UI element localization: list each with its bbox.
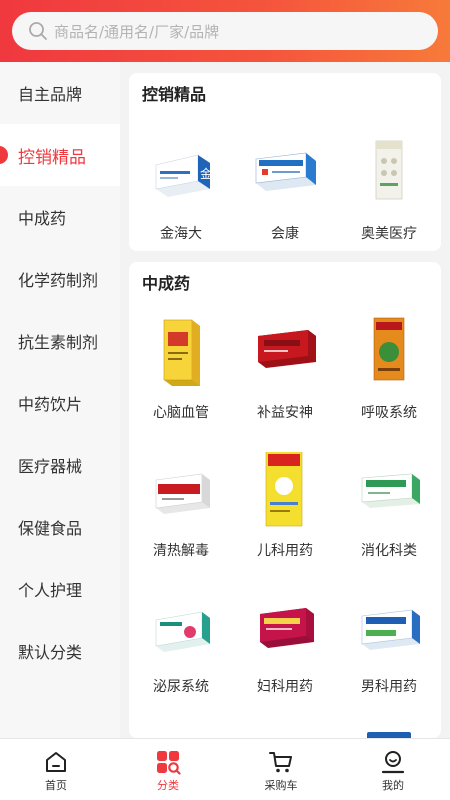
sidebar-item-chinese-patent-medicine[interactable]: 中成药 — [0, 186, 120, 248]
sidebar-item-antibiotics[interactable]: 抗生素制剂 — [0, 310, 120, 372]
sidebar-item-label: 保健食品 — [18, 519, 83, 538]
category-cell[interactable]: 金 金海大 — [129, 133, 233, 251]
tab-label: 首页 — [45, 779, 67, 792]
sidebar-item-label: 中成药 — [18, 209, 67, 228]
blue-green-medicine-box-icon — [361, 609, 420, 650]
search-placeholder: 商品名/通用名/厂家/品牌 — [54, 22, 220, 41]
tab-cart[interactable]: 采购车 — [225, 739, 337, 800]
sidebar-item-default-category[interactable]: 默认分类 — [0, 620, 120, 682]
tab-category[interactable]: 分类 — [112, 739, 224, 800]
category-label: 补益安神 — [257, 405, 313, 421]
category-content: 控销精品 金 金海大 会康 奥美医疗 中成药 心脑血管 补益安神 呼吸系统 清热… — [120, 62, 450, 738]
category-sidebar: 自主品牌 控销精品 中成药 化学药制剂 抗生素制剂 中药饮片 医疗器械 保健食品… — [0, 62, 120, 738]
green-white-medicine-box-icon — [361, 473, 420, 508]
category-cell[interactable]: 消化科类 — [337, 452, 441, 582]
active-indicator — [0, 146, 8, 164]
search-icon — [29, 22, 47, 40]
sidebar-item-personal-care[interactable]: 个人护理 — [0, 558, 120, 620]
category-cell[interactable]: 泌尿系统 — [129, 590, 233, 720]
category-icon — [157, 751, 181, 775]
category-cell[interactable]: 奥美医疗 — [337, 133, 441, 251]
category-cell[interactable]: 心脑血管 — [129, 314, 233, 444]
category-label: 妇科用药 — [257, 679, 313, 695]
category-label: 金海大 — [160, 226, 202, 242]
category-cell[interactable]: 补益安神 — [233, 314, 337, 444]
category-label: 清热解毒 — [153, 543, 209, 559]
tab-mine[interactable]: 我的 — [337, 739, 449, 800]
category-label: 会康 — [271, 226, 299, 242]
tab-home[interactable]: 首页 — [0, 739, 112, 800]
blue-white-medicine-box-icon: 金 — [155, 154, 212, 197]
sidebar-item-label: 中药饮片 — [18, 395, 83, 414]
section-card-chinese-patent-medicine: 中成药 心脑血管 补益安神 呼吸系统 清热解毒 儿科用药 消化科类 泌尿系统 妇… — [129, 262, 441, 738]
search-input[interactable]: 商品名/通用名/厂家/品牌 — [12, 12, 438, 50]
tab-label: 分类 — [157, 779, 179, 792]
category-label: 呼吸系统 — [361, 405, 417, 421]
red-medicine-box-icon — [258, 330, 316, 368]
category-cell[interactable]: 清热解毒 — [129, 452, 233, 582]
yellow-children-medicine-box-icon — [265, 452, 303, 527]
sidebar-item-medical-devices[interactable]: 医疗器械 — [0, 434, 120, 496]
red-white-medicine-box-icon — [155, 473, 210, 514]
user-icon — [381, 751, 405, 774]
category-cell[interactable]: 男科用药 — [337, 590, 441, 720]
section-title: 中成药 — [142, 274, 191, 293]
category-cell[interactable]: 妇科用药 — [233, 590, 337, 720]
category-label: 奥美医疗 — [361, 226, 417, 242]
category-label: 儿科用药 — [257, 543, 313, 559]
sidebar-item-label: 默认分类 — [18, 643, 83, 662]
bottom-tab-bar: 首页 分类 采购车 我的 — [0, 738, 450, 800]
header-bar: 商品名/通用名/厂家/品牌 — [0, 0, 450, 62]
sidebar-item-health-food[interactable]: 保健食品 — [0, 496, 120, 558]
category-cell[interactable]: 呼吸系统 — [337, 314, 441, 444]
tab-label: 我的 — [382, 779, 404, 792]
sidebar-item-label: 自主品牌 — [18, 85, 83, 104]
section-title: 控销精品 — [142, 85, 207, 104]
category-cell[interactable]: 儿科用药 — [233, 452, 337, 582]
magenta-medicine-box-icon — [260, 608, 314, 648]
sidebar-item-controlled-picks[interactable]: 控销精品 — [0, 124, 120, 186]
category-cell[interactable]: 会康 — [233, 133, 337, 251]
category-label: 消化科类 — [361, 543, 417, 559]
svg-text:金: 金 — [200, 166, 212, 181]
sidebar-item-herbal-pieces[interactable]: 中药饮片 — [0, 372, 120, 434]
teal-white-medicine-box-icon — [155, 611, 210, 652]
sidebar-item-label: 个人护理 — [18, 581, 83, 600]
category-label: 泌尿系统 — [153, 679, 209, 695]
sidebar-item-label: 控销精品 — [18, 147, 86, 168]
sidebar-item-label: 抗生素制剂 — [18, 333, 99, 352]
home-icon — [46, 752, 66, 772]
tab-label: 采购车 — [264, 779, 298, 792]
category-label: 心脑血管 — [153, 405, 209, 421]
cart-icon — [269, 752, 292, 773]
yellow-medicine-box-icon — [163, 319, 200, 386]
sidebar-item-label: 医疗器械 — [18, 457, 83, 476]
sidebar-item-own-brand[interactable]: 自主品牌 — [0, 62, 120, 124]
blue-medicine-box-icon — [255, 152, 316, 191]
sidebar-item-label: 化学药制剂 — [18, 271, 99, 290]
section-card-controlled-picks: 控销精品 金 金海大 会康 奥美医疗 — [129, 73, 441, 251]
bandage-pack-icon — [375, 140, 403, 200]
sidebar-item-chemical-drugs[interactable]: 化学药制剂 — [0, 248, 120, 310]
category-label: 男科用药 — [361, 679, 417, 695]
orange-medicine-box-icon — [373, 317, 405, 381]
